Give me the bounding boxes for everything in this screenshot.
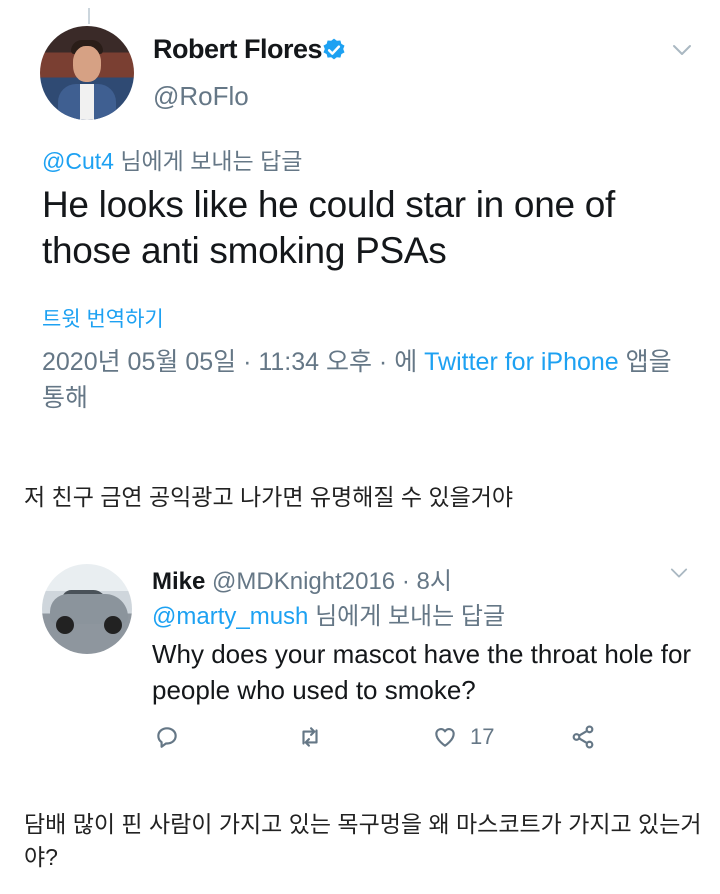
like-icon: [435, 728, 455, 747]
caption-translation-2: 담배 많이 핀 사람이 가지고 있는 목구멍을 왜 마스코트가 가지고 있는거야…: [24, 811, 702, 870]
like-button[interactable]: 17: [432, 722, 494, 752]
reply-chevron-down-icon[interactable]: [668, 564, 690, 582]
like-count: 17: [470, 724, 495, 749]
reply-mention-link[interactable]: @Cut4: [42, 148, 114, 174]
reply2-mention-link[interactable]: @marty_mush: [152, 603, 308, 630]
tweet-source-link[interactable]: Twitter for iPhone: [424, 348, 619, 376]
replying-to: @Cut4 님에게 보내는 답글: [42, 142, 302, 176]
retweet-icon: [302, 727, 318, 747]
reply-icon: [157, 727, 177, 748]
translate-tweet-link[interactable]: 트윗 번역하기: [42, 303, 164, 333]
reply-text: Why does your mascot have the throat hol…: [152, 639, 692, 705]
reply-to-suffix: 님에게 보내는 답글: [113, 148, 303, 174]
author-handle[interactable]: @RoFlo: [153, 81, 249, 112]
chevron-down-icon[interactable]: [670, 40, 694, 60]
tweet-metadata: 2020년 05월 05일 · 11:34 오후 · 에 Twitter for…: [42, 344, 682, 416]
tweet-text: He looks like he could star in one of th…: [42, 184, 616, 271]
reply-button[interactable]: [154, 722, 180, 752]
avatar[interactable]: [40, 26, 134, 120]
verified-badge-icon: [323, 38, 345, 60]
reply-author-name[interactable]: Mike: [152, 568, 205, 595]
retweet-button[interactable]: [297, 722, 323, 752]
share-button[interactable]: [570, 722, 596, 752]
tweet-timestamp[interactable]: 2020년 05월 05일 · 11:34 오후 · 에: [42, 348, 424, 376]
reply2-to-suffix: 님에게 보내는 답글: [308, 603, 506, 630]
reply-handle-time[interactable]: @MDKnight2016 · 8시: [205, 568, 452, 595]
share-icon: [572, 725, 594, 749]
thread-connector-line: [88, 8, 90, 24]
caption-translation-1: 저 친구 금연 공익광고 나가면 유명해질 수 있을거야: [24, 484, 514, 510]
reply-header: Mike @MDKnight2016 · 8시: [152, 561, 452, 596]
reply-replying-to: @marty_mush 님에게 보내는 답글: [152, 596, 505, 631]
author-name[interactable]: Robert Flores: [153, 34, 323, 65]
reply-avatar[interactable]: [42, 564, 132, 654]
